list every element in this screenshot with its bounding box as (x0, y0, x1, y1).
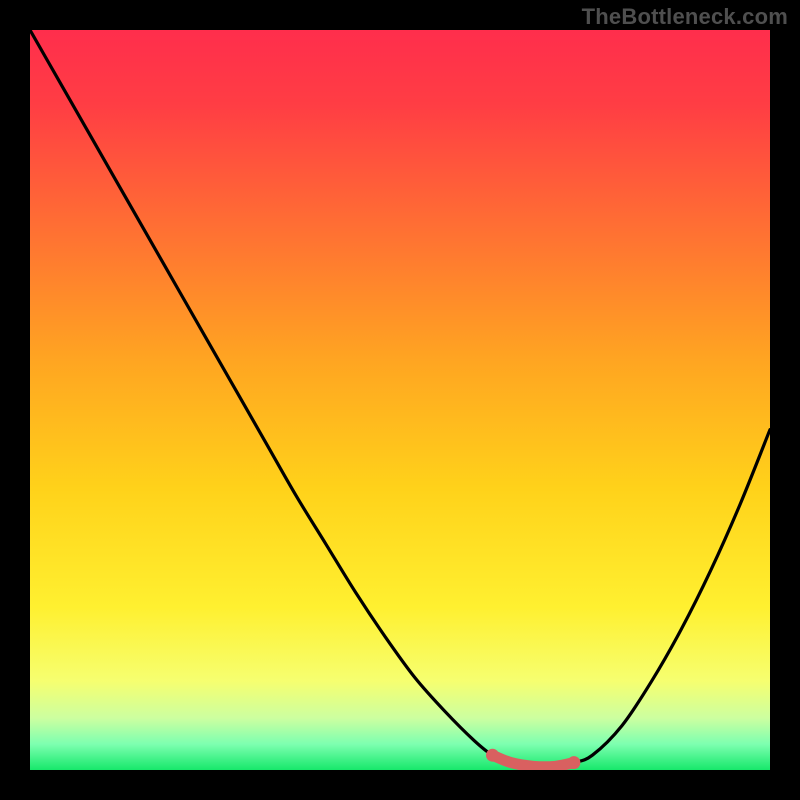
bottleneck-chart (30, 30, 770, 770)
watermark-text: TheBottleneck.com (582, 4, 788, 30)
chart-frame: TheBottleneck.com (0, 0, 800, 800)
